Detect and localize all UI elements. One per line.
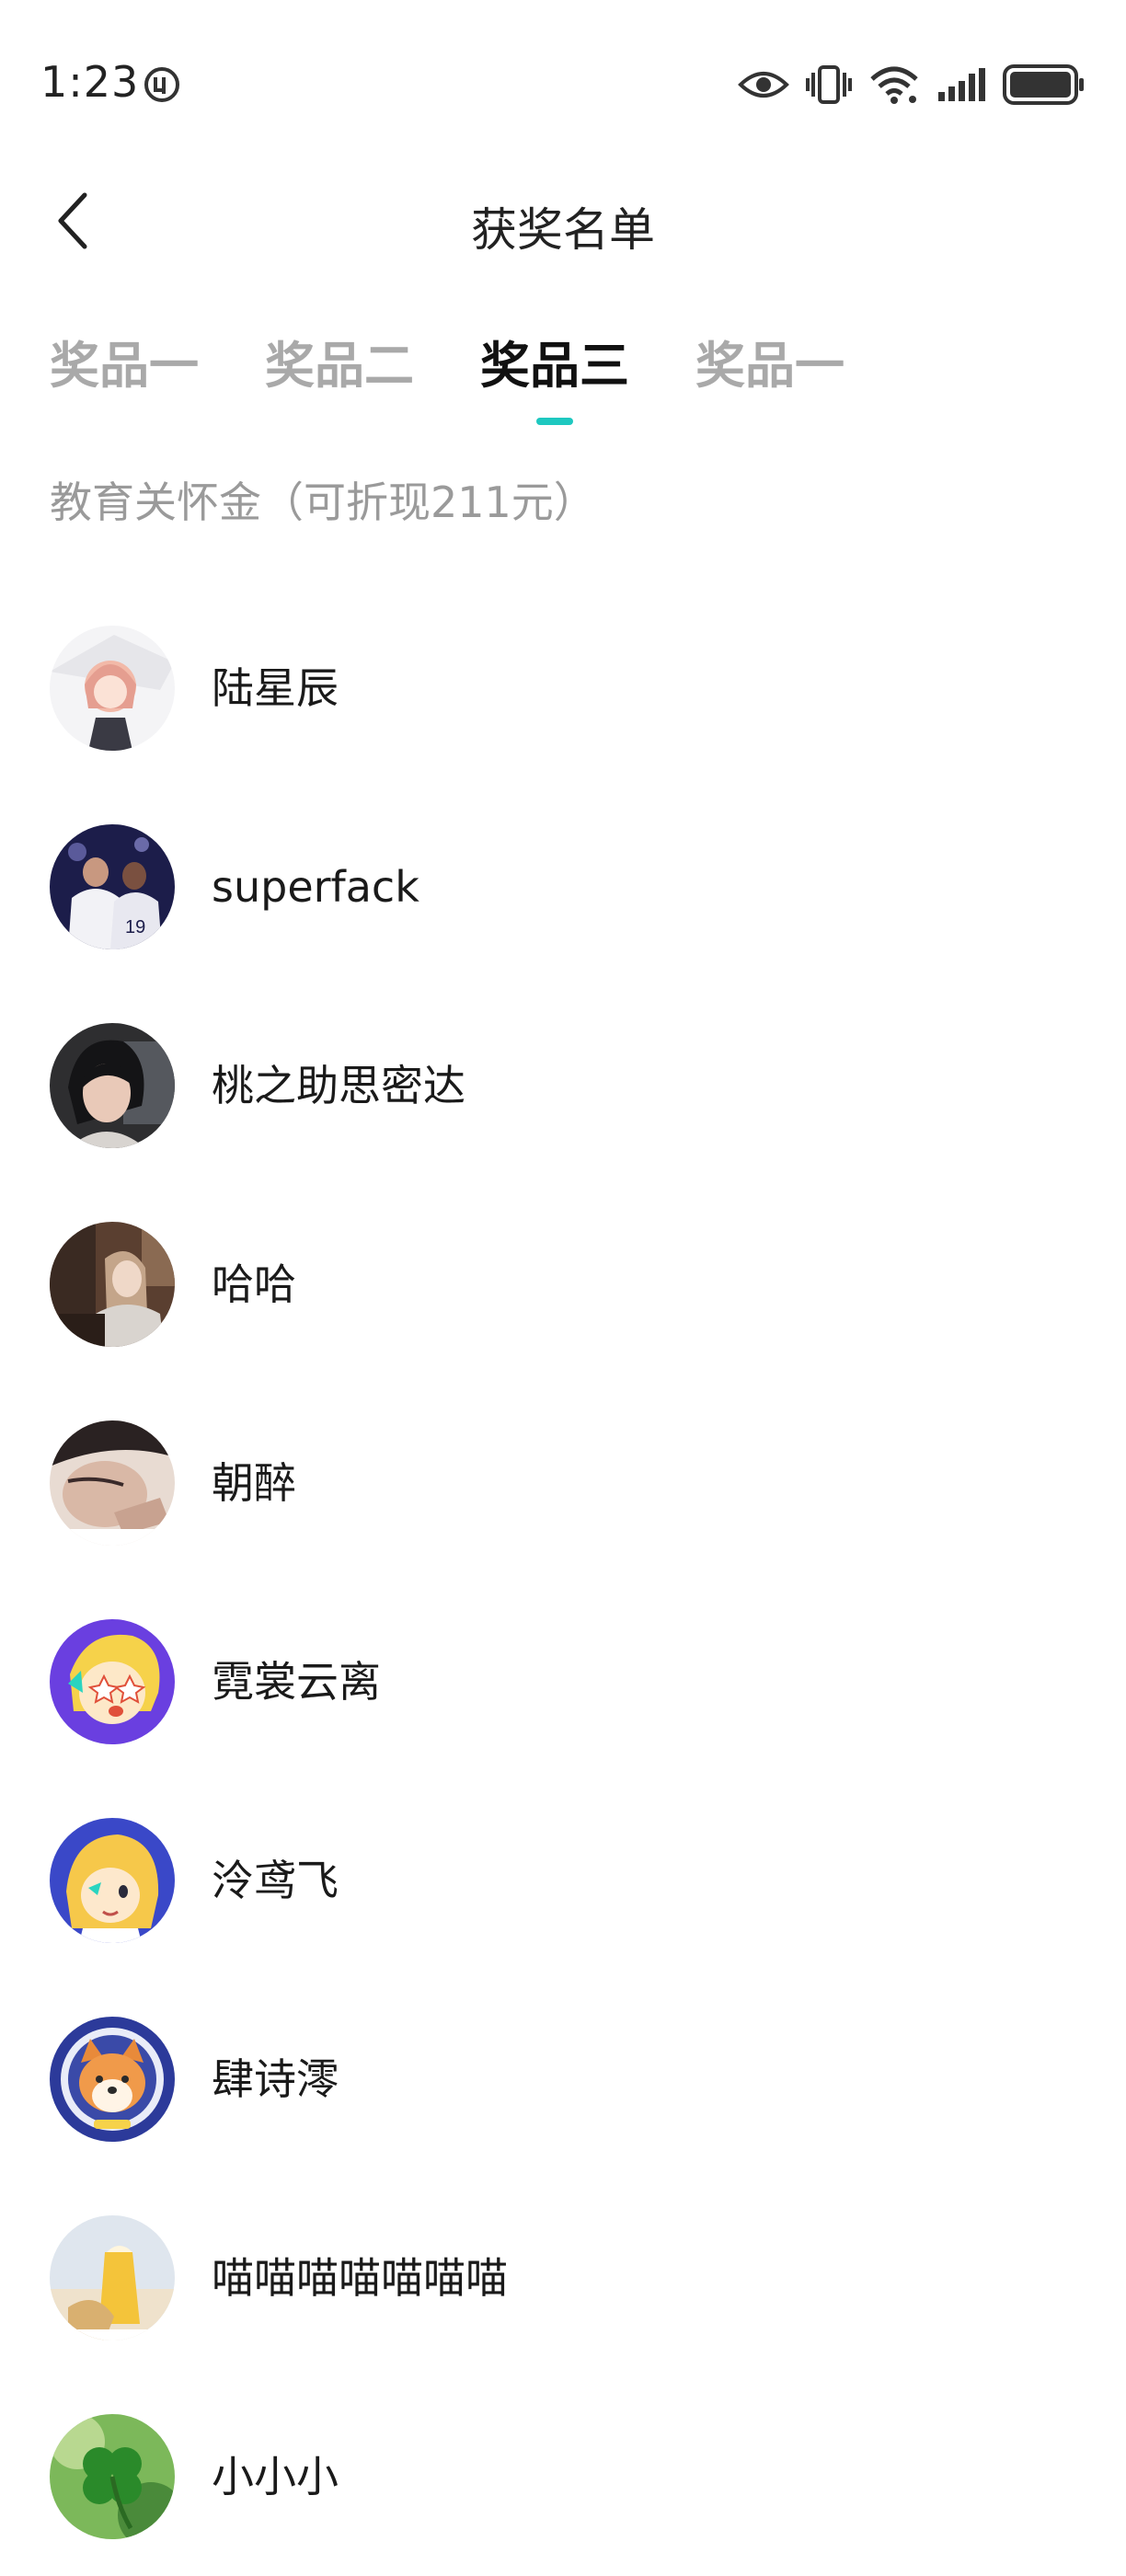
list-item[interactable]: 桃之助思密达	[0, 986, 1126, 1185]
tab-prize-3[interactable]: 奖品三	[480, 329, 629, 425]
tab-label: 奖品一	[695, 337, 844, 395]
winner-list: 陆星辰 19 superfack 桃之助思密达 哈哈 朝醉 霓裳云离 泠鸢飞 肆…	[0, 589, 1126, 2576]
list-item[interactable]: 肆诗澪	[0, 1980, 1126, 2179]
page-title: 获奖名单	[471, 203, 655, 257]
list-item[interactable]: 陆星辰	[0, 589, 1126, 788]
active-tab-indicator	[536, 418, 573, 425]
avatar	[50, 2215, 175, 2340]
list-item[interactable]: 哈哈	[0, 1185, 1126, 1384]
winner-name: 肆诗澪	[212, 2054, 339, 2104]
list-item[interactable]: 小小小	[0, 2377, 1126, 2576]
winner-name: 陆星辰	[212, 663, 339, 713]
eye-icon	[738, 68, 789, 101]
signal-icon	[936, 66, 986, 103]
winner-name: superfack	[212, 862, 419, 912]
status-time: 1:23	[40, 57, 140, 107]
tab-prize-4[interactable]: 奖品一	[695, 329, 844, 403]
avatar	[50, 2414, 175, 2539]
avatar: 19	[50, 824, 175, 949]
drink-photo-avatar	[50, 2215, 175, 2340]
soccer-players-avatar: 19	[50, 824, 175, 949]
avatar	[50, 626, 175, 751]
winner-name: 哈哈	[212, 1259, 296, 1309]
list-item[interactable]: 喵喵喵喵喵喵喵	[0, 2179, 1126, 2377]
tab-label: 奖品一	[50, 337, 199, 395]
avatar	[50, 1023, 175, 1148]
winner-name: 桃之助思密达	[212, 1061, 465, 1110]
tab-label: 奖品三	[480, 337, 629, 395]
clover-avatar	[50, 2414, 175, 2539]
winner-name: 霓裳云离	[212, 1657, 381, 1707]
avatar	[50, 1818, 175, 1943]
status-icons	[738, 59, 1086, 110]
list-item[interactable]: 19 superfack	[0, 788, 1126, 986]
tab-prize-2[interactable]: 奖品二	[265, 329, 414, 403]
woman-portrait-avatar	[50, 1222, 175, 1347]
woman-selfie-avatar	[50, 1023, 175, 1148]
status-bar: 1:23	[0, 0, 1126, 166]
svg-text:19: 19	[125, 917, 145, 937]
cartoon-star-eyes-avatar	[50, 1619, 175, 1744]
winner-name: 朝醉	[212, 1458, 296, 1508]
prize-description: 教育关怀金（可折现211元）	[50, 477, 596, 527]
shiba-dog-avatar	[50, 2017, 175, 2142]
person-closeup-avatar	[50, 1420, 175, 1546]
app-notification-icon	[144, 66, 180, 103]
wifi-icon	[868, 64, 920, 105]
battery-icon	[1003, 64, 1086, 105]
tab-prize-1[interactable]: 奖品一	[50, 329, 199, 403]
anime-girl-avatar	[50, 626, 175, 751]
tab-label: 奖品二	[265, 337, 414, 395]
avatar	[50, 2017, 175, 2142]
winner-name: 小小小	[212, 2452, 339, 2501]
winner-name: 喵喵喵喵喵喵喵	[212, 2253, 508, 2303]
avatar	[50, 1420, 175, 1546]
prize-tabs: 奖品一 奖品二 奖品三 奖品一	[50, 329, 844, 425]
list-item[interactable]: 泠鸢飞	[0, 1781, 1126, 1980]
header: 获奖名单	[0, 166, 1126, 276]
winner-name: 泠鸢飞	[212, 1856, 339, 1905]
list-item[interactable]: 霓裳云离	[0, 1582, 1126, 1781]
vibrate-icon	[806, 63, 852, 106]
cartoon-blonde-avatar	[50, 1818, 175, 1943]
avatar	[50, 1619, 175, 1744]
list-item[interactable]: 朝醉	[0, 1384, 1126, 1582]
avatar	[50, 1222, 175, 1347]
